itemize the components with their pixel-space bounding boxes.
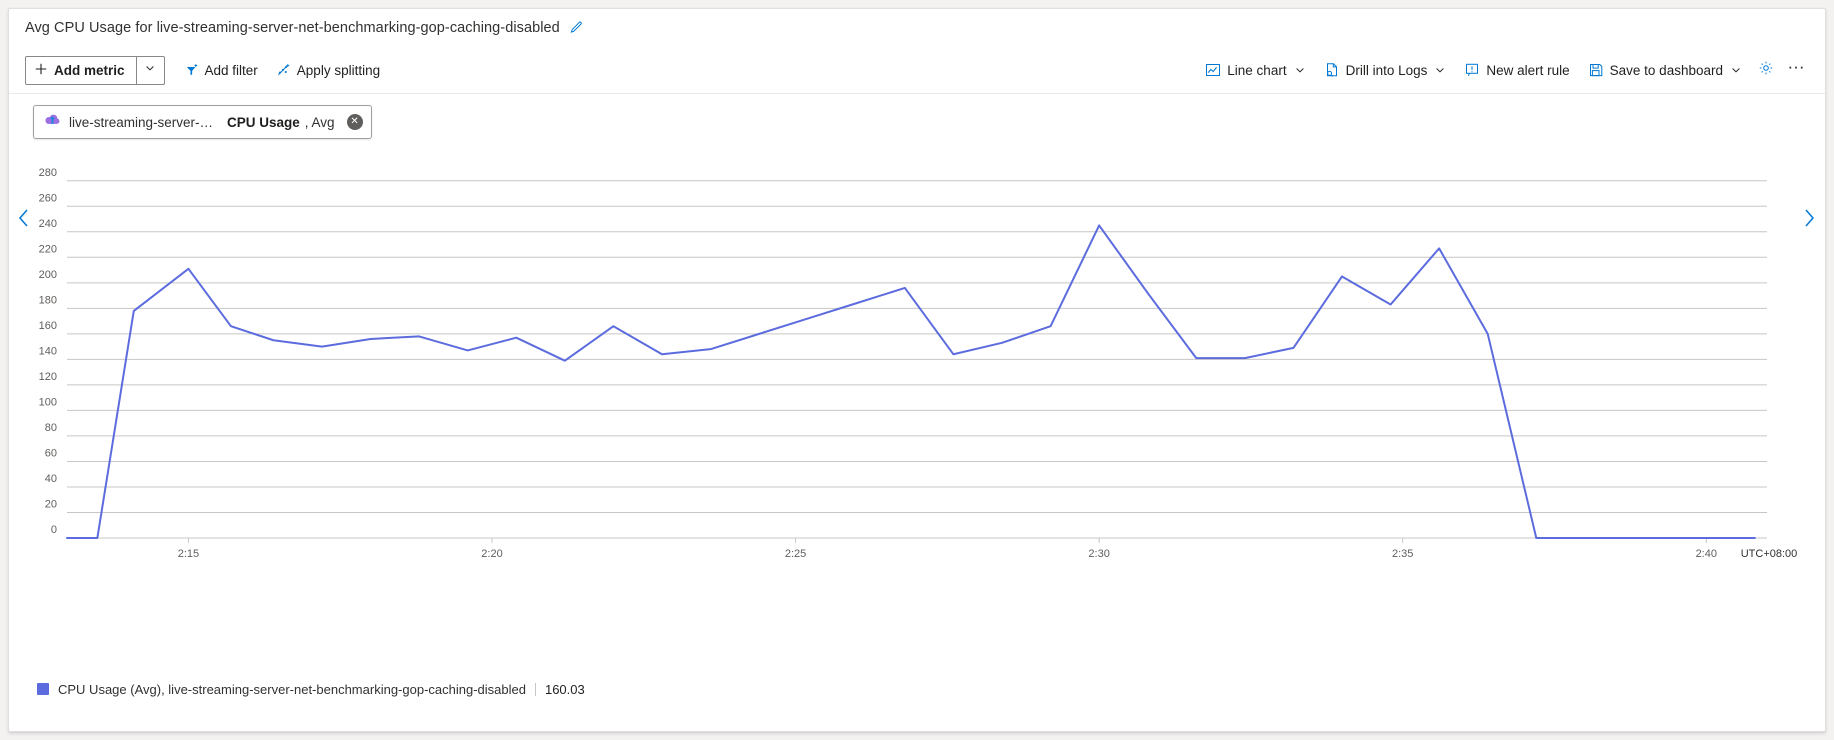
legend-color-swatch [37, 683, 49, 695]
metric-chip[interactable]: live-streaming-server-net-... CPU Usage … [33, 105, 372, 139]
y-axis-tick-label: 240 [39, 218, 57, 230]
y-axis-tick-label: 160 [39, 320, 57, 332]
legend-separator [534, 682, 536, 696]
line-chart-button[interactable]: Line chart [1196, 55, 1314, 85]
pencil-icon[interactable] [569, 21, 583, 35]
command-bar: Add metric Add filter Apply splitting Li… [9, 47, 1825, 94]
metric-chip-row: live-streaming-server-net-... CPU Usage … [9, 94, 1825, 150]
series-line[interactable] [66, 224, 1756, 539]
plus-icon [34, 62, 48, 79]
y-axis-tick-label: 0 [51, 524, 57, 536]
save-to-dashboard-label: Save to dashboard [1609, 62, 1723, 78]
y-axis-tick-label: 20 [45, 498, 57, 510]
new-alert-rule-button[interactable]: New alert rule [1455, 55, 1578, 85]
apply-splitting-button[interactable]: Apply splitting [267, 55, 389, 85]
x-axis-tick-label: 2:40 [1696, 548, 1717, 560]
metrics-chart-panel: Avg CPU Usage for live-streaming-server-… [8, 8, 1826, 732]
timezone-label: UTC+08:00 [1741, 548, 1798, 560]
line-chart-label: Line chart [1227, 62, 1287, 78]
filter-icon [184, 63, 199, 78]
drill-into-logs-label: Drill into Logs [1345, 62, 1428, 78]
page-title: Avg CPU Usage for live-streaming-server-… [25, 20, 560, 36]
new-alert-rule-label: New alert rule [1486, 62, 1570, 78]
splitting-icon [276, 63, 291, 78]
legend-label: CPU Usage (Avg), live-streaming-server-n… [58, 681, 526, 697]
add-metric-dropdown-button[interactable] [135, 56, 164, 84]
chart-title-row: Avg CPU Usage for live-streaming-server-… [9, 9, 1825, 47]
legend-value: 160.03 [544, 681, 585, 697]
chevron-down-icon [1294, 64, 1306, 76]
chevron-down-icon [1434, 64, 1446, 76]
command-bar-left: Add metric Add filter Apply splitting [25, 55, 389, 85]
y-axis-tick-label: 60 [45, 447, 57, 459]
chart-next-button[interactable] [1799, 205, 1819, 231]
drill-into-logs-button[interactable]: Drill into Logs [1315, 55, 1456, 85]
save-icon [1588, 62, 1604, 78]
y-axis-tick-label: 260 [39, 192, 57, 204]
y-axis-tick-label: 40 [45, 473, 57, 485]
add-metric-label: Add metric [54, 62, 125, 78]
chart-legend[interactable]: CPU Usage (Avg), live-streaming-server-n… [9, 669, 1825, 709]
command-bar-right: Line chart Drill into Logs New alert rul… [1196, 55, 1811, 85]
line-chart-icon [1205, 62, 1221, 78]
chart-prev-button[interactable] [13, 205, 33, 231]
add-metric-group: Add metric [25, 55, 165, 85]
y-axis-tick-label: 180 [39, 294, 57, 306]
add-filter-label: Add filter [204, 62, 258, 78]
add-metric-button[interactable]: Add metric [26, 57, 136, 84]
x-axis-tick-label: 2:30 [1088, 548, 1109, 560]
logs-icon [1324, 62, 1340, 78]
x-axis-tick-label: 2:25 [785, 548, 806, 560]
alert-icon [1464, 62, 1480, 78]
y-axis-tick-label: 140 [39, 345, 57, 357]
settings-button[interactable] [1751, 55, 1781, 85]
metric-chip-resource: live-streaming-server-net-... [69, 114, 219, 130]
more-options-button[interactable]: ··· [1781, 55, 1811, 85]
add-filter-button[interactable]: Add filter [175, 55, 267, 85]
x-axis-tick-label: 2:35 [1392, 548, 1413, 560]
chevron-down-icon [144, 61, 156, 79]
chevron-down-icon [1730, 64, 1742, 76]
line-chart[interactable]: 0 20 40 60 80 100 120 140 160 180 200 220 240 260 280 2… [9, 150, 1827, 670]
y-axis-tick-label: 80 [45, 422, 57, 434]
chart-container[interactable]: 0 20 40 60 80 100 120 140 160 180 200 220 240 260 280 2… [9, 150, 1825, 670]
ellipsis-icon: ··· [1787, 57, 1805, 76]
y-axis-tick-label: 220 [39, 243, 57, 255]
gear-icon [1758, 60, 1774, 81]
apply-splitting-label: Apply splitting [296, 62, 381, 78]
metric-chip-aggregation: , Avg [304, 114, 335, 130]
metric-chip-metric: CPU Usage [227, 114, 300, 130]
x-axis-tick-label: 2:20 [481, 548, 502, 560]
y-axis-tick-label: 100 [39, 396, 57, 408]
y-axis-tick-label: 120 [39, 371, 57, 383]
y-axis-tick-label: 200 [39, 269, 57, 281]
azure-media-services-icon [44, 111, 61, 133]
x-axis-tick-label: 2:15 [178, 548, 199, 560]
close-icon[interactable]: ✕ [346, 114, 363, 130]
y-axis-tick-label: 280 [39, 167, 57, 179]
save-to-dashboard-button[interactable]: Save to dashboard [1579, 55, 1751, 85]
